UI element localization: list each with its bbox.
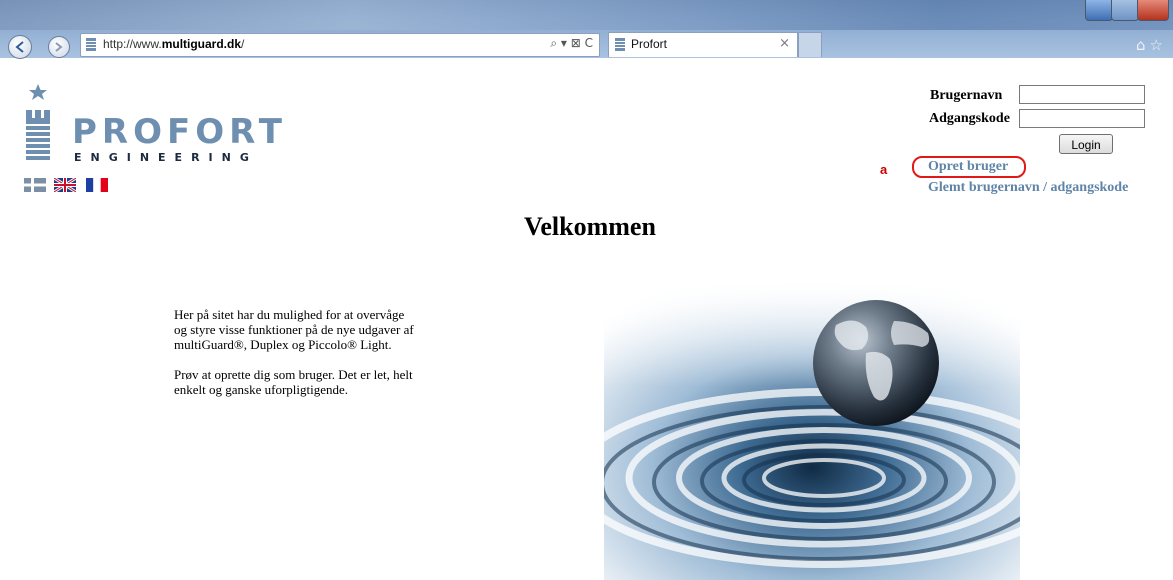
url-text: http://www.multiguard.dk/ xyxy=(103,37,245,51)
new-tab-button[interactable] xyxy=(798,32,822,57)
back-button[interactable] xyxy=(8,35,32,59)
logo-subtitle: ENGINEERING xyxy=(74,151,258,164)
password-input[interactable] xyxy=(1019,109,1145,128)
tab-favicon-icon xyxy=(615,38,625,51)
annotation-marker: a xyxy=(880,162,888,177)
login-button[interactable]: Login xyxy=(1059,134,1113,154)
minimize-button[interactable] xyxy=(1085,0,1113,21)
address-bar[interactable]: http://www.multiguard.dk/ ⌕ ▾ ⊠ C xyxy=(80,33,600,57)
intro-paragraph: Prøv at oprette dig som bruger. Det er l… xyxy=(174,367,413,397)
search-refresh-icons[interactable]: ⌕ ▾ ⊠ C xyxy=(550,36,593,51)
french-flag-icon[interactable] xyxy=(86,178,108,192)
back-arrow-icon xyxy=(15,41,24,53)
profort-tower-logo-icon xyxy=(26,84,50,160)
forgot-credentials-link[interactable]: Glemt brugernavn / adgangskode xyxy=(928,180,1128,196)
title-bar xyxy=(0,0,1173,30)
forward-arrow-icon xyxy=(55,42,63,52)
page-title: Velkommen xyxy=(524,212,656,241)
username-input[interactable] xyxy=(1019,85,1145,104)
intro-text: Her på sitet har du mulighed for at over… xyxy=(174,307,414,412)
intro-paragraph: Her på sitet har du mulighed for at over… xyxy=(174,307,414,352)
close-window-button[interactable] xyxy=(1137,0,1169,21)
forward-button[interactable] xyxy=(48,36,70,58)
tab-title: Profort xyxy=(631,37,668,51)
password-label: Adgangskode xyxy=(929,111,1010,126)
browser-chrome: http://www.multiguard.dk/ ⌕ ▾ ⊠ C Profor… xyxy=(0,0,1173,59)
create-user-link[interactable]: Opret bruger xyxy=(928,159,1008,175)
danish-flag-icon[interactable] xyxy=(24,178,46,192)
maximize-button[interactable] xyxy=(1111,0,1139,21)
tab-close-icon[interactable]: × xyxy=(779,36,790,51)
username-label: Brugernavn xyxy=(930,88,1003,103)
tab-profort[interactable]: Profort × xyxy=(608,32,798,57)
home-favorites-icons[interactable]: ⌂☆ xyxy=(1136,36,1167,54)
logo-wordmark: PROFORT xyxy=(72,112,287,152)
uk-flag-icon[interactable] xyxy=(54,178,76,192)
globe-water-image xyxy=(604,283,1020,580)
site-favicon-icon xyxy=(86,38,96,51)
